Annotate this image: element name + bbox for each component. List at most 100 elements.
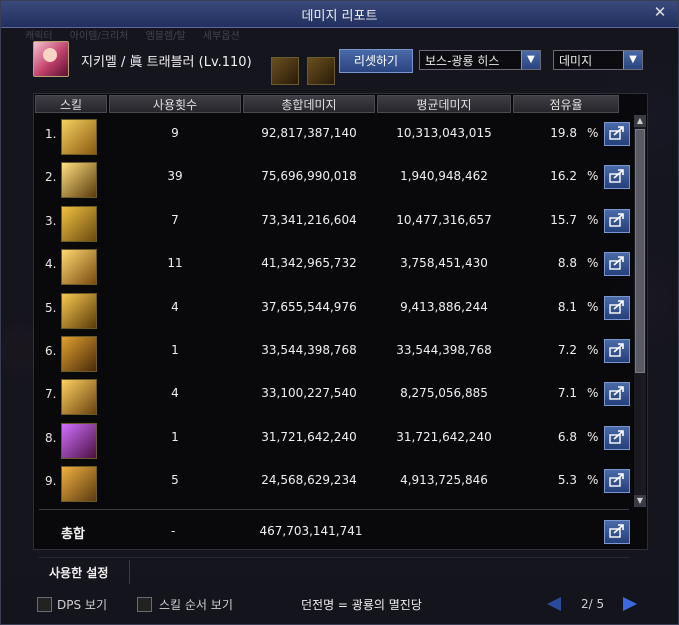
dps-label: DPS 보기 <box>57 598 107 612</box>
share-icon <box>609 473 624 487</box>
skill-icon <box>61 466 97 503</box>
percent-sign: % <box>587 429 599 444</box>
boss-filter-select[interactable]: 보스-광룡 히스 ▼ <box>419 50 541 70</box>
percent-sign: % <box>587 126 599 140</box>
settings-label: 사용한 설정 <box>49 566 109 580</box>
column-header-count: 사용횟수 <box>109 95 241 113</box>
percent-sign: % <box>587 473 599 488</box>
mode-value: 데미지 <box>559 54 593 68</box>
average-damage-cell: 3,758,451,430 <box>400 256 488 271</box>
table-row: 6. 1 33,544,398,768 33,544,398,768 7.2% <box>35 330 630 374</box>
percent-sign: % <box>587 169 599 184</box>
skill-icon <box>61 119 97 155</box>
share-icon <box>609 343 624 357</box>
share-icon <box>609 299 624 314</box>
window-title: 데미지 리포트 <box>301 9 378 24</box>
row-rank: 5. <box>45 300 57 315</box>
use-count: 11 <box>167 256 183 271</box>
total-count: - <box>171 524 176 538</box>
table-row: 9. 5 24,568,629,234 4,913,725,846 5.3% <box>35 460 630 504</box>
share-row-button[interactable] <box>604 252 630 277</box>
percent-sign: % <box>587 212 599 227</box>
table-row: 3. 7 73,341,216,604 10,477,316,657 15.7% <box>35 200 630 244</box>
scroll-up-icon[interactable]: ▲ <box>634 115 646 127</box>
share-cell: 19.8 <box>550 126 577 140</box>
total-damage-cell: 31,721,642,240 <box>261 429 357 444</box>
share-row-button[interactable] <box>604 122 630 146</box>
average-damage-cell: 1,940,948,462 <box>400 169 488 184</box>
skill-icon <box>61 336 97 372</box>
share-row-button[interactable] <box>604 208 630 233</box>
share-cell: 7.1 <box>557 386 577 401</box>
total-damage: 467,703,141,741 <box>259 524 363 538</box>
row-rank: 4. <box>45 257 57 272</box>
share-row-button[interactable] <box>604 339 630 363</box>
boss-filter-value: 보스-광룡 히스 <box>425 54 500 68</box>
row-rank: 2. <box>45 170 57 185</box>
row-rank: 9. <box>45 474 57 489</box>
character-name: 지키멜 / 眞 트래블러 (Lv.110) <box>81 55 252 70</box>
share-cell: 6.8 <box>557 429 577 444</box>
skill-icon <box>61 249 97 286</box>
settings-bar: 사용한 설정 <box>39 557 629 586</box>
average-damage-cell: 10,477,316,657 <box>396 212 492 227</box>
divider <box>129 560 130 584</box>
column-header-skill: 스킬 <box>35 95 107 113</box>
total-damage-cell: 33,544,398,768 <box>261 343 357 357</box>
title-bar[interactable]: 데미지 리포트 ✕ <box>1 1 678 28</box>
skill-order-label: 스킬 순서 보기 <box>159 598 233 612</box>
share-icon <box>609 126 624 140</box>
total-label: 총합 <box>61 527 85 542</box>
dps-checkbox[interactable] <box>37 597 52 612</box>
table-row: 8. 1 31,721,642,240 31,721,642,240 6.8% <box>35 417 630 461</box>
share-row-button[interactable] <box>604 425 630 450</box>
average-damage-cell: 4,913,725,846 <box>400 473 488 488</box>
share-row-button[interactable] <box>604 165 630 190</box>
use-count: 5 <box>171 473 179 488</box>
close-icon[interactable]: ✕ <box>652 4 668 20</box>
scroll-thumb[interactable] <box>635 129 645 373</box>
share-total-button[interactable] <box>604 520 630 544</box>
column-header-average: 평균데미지 <box>377 95 511 113</box>
background-tab: 아이템/크리처 <box>69 31 129 42</box>
percent-sign: % <box>587 386 599 401</box>
scroll-down-icon[interactable]: ▼ <box>634 495 646 507</box>
average-damage-cell: 9,413,886,244 <box>400 299 488 314</box>
character-avatar <box>33 41 69 77</box>
share-row-button[interactable] <box>604 295 630 320</box>
share-cell: 7.2 <box>557 343 577 357</box>
skill-order-checkbox[interactable] <box>137 597 152 612</box>
share-cell: 8.8 <box>557 256 577 271</box>
table-row: 2. 39 75,696,990,018 1,940,948,462 16.2% <box>35 156 630 200</box>
page-indicator: 2/ 5 <box>581 597 605 611</box>
share-icon <box>609 386 624 401</box>
share-cell: 15.7 <box>550 212 577 227</box>
use-count: 7 <box>171 212 179 227</box>
chevron-down-icon[interactable]: ▼ <box>623 51 642 69</box>
average-damage-cell: 33,544,398,768 <box>396 343 492 357</box>
background-tab: 세부옵션 <box>202 31 240 42</box>
table-scrollbar[interactable]: ▲ ▼ <box>634 115 646 507</box>
table-row: 4. 11 41,342,965,732 3,758,451,430 8.8% <box>35 243 630 287</box>
average-damage-cell: 10,313,043,015 <box>396 126 492 140</box>
buff-icon <box>307 57 335 85</box>
share-cell: 16.2 <box>550 169 577 184</box>
skill-icon <box>61 205 97 242</box>
use-count: 39 <box>167 169 183 184</box>
divider <box>39 509 629 510</box>
share-icon <box>609 524 624 538</box>
column-header-total: 총합데미지 <box>243 95 375 113</box>
reset-button[interactable]: 리셋하기 <box>339 49 413 73</box>
chevron-down-icon[interactable]: ▼ <box>521 51 540 69</box>
share-row-button[interactable] <box>604 469 630 494</box>
share-row-button[interactable] <box>604 382 630 407</box>
use-count: 1 <box>171 429 179 444</box>
prev-page-icon[interactable] <box>547 597 561 611</box>
mode-select[interactable]: 데미지 ▼ <box>553 50 643 70</box>
next-page-icon[interactable] <box>623 597 637 611</box>
table-row: 7. 4 33,100,227,540 8,275,056,885 7.1% <box>35 373 630 417</box>
total-damage-cell: 33,100,227,540 <box>261 386 357 401</box>
average-damage-cell: 31,721,642,240 <box>396 429 492 444</box>
total-damage-cell: 24,568,629,234 <box>261 473 357 488</box>
damage-report-window: 데미지 리포트 ✕ 캐릭터 아이템/크리처 엠블렘/탈 세부옵션 지키멜 / 眞… <box>0 0 679 625</box>
